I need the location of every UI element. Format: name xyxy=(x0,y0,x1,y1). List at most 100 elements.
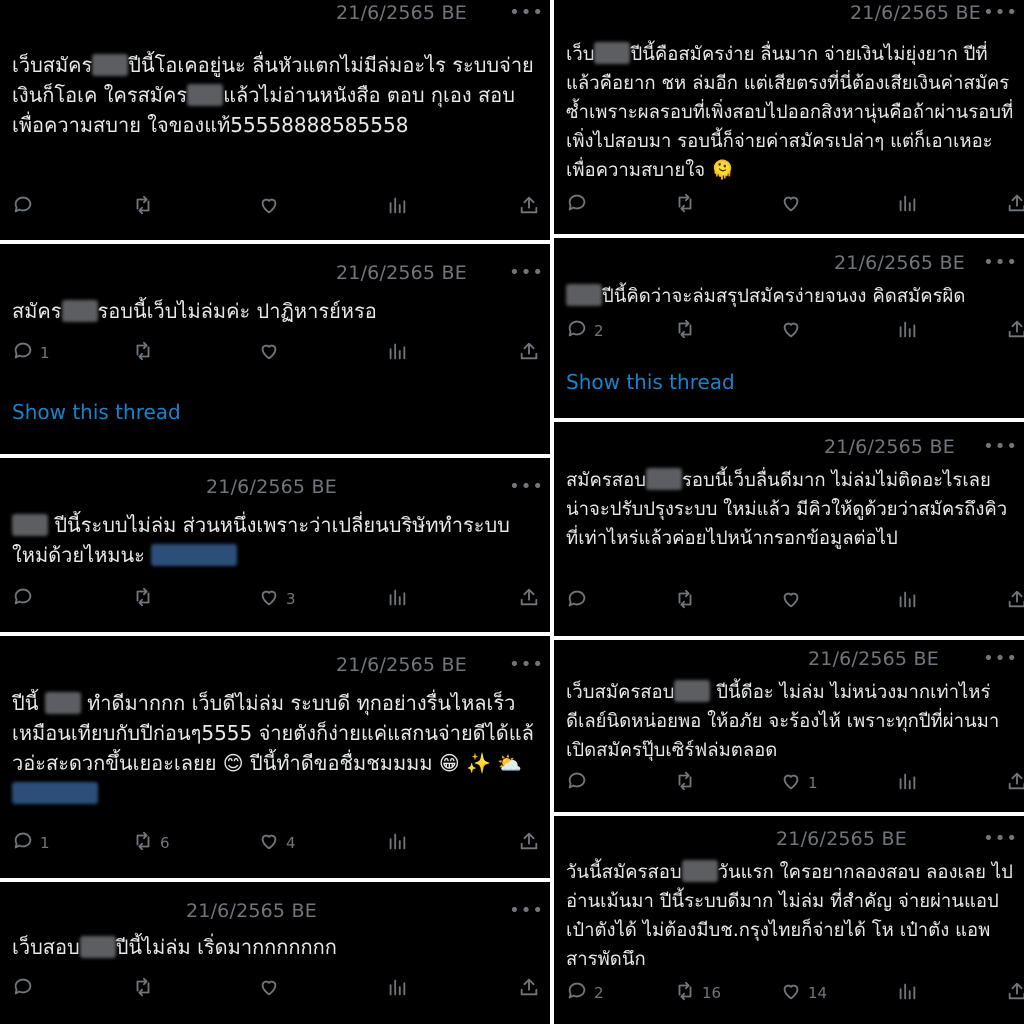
tweet-card[interactable]: 21/6/2565 BE ••• ปีนี้คิดว่าจะล่มสรุปสมั… xyxy=(554,238,1024,418)
views-icon xyxy=(386,340,408,366)
tweet-actions xyxy=(566,192,1024,222)
like-action[interactable] xyxy=(258,340,286,366)
tweet-card[interactable]: 21/6/2565 BE ••• เว็บ ปีนี้คือสมัครง่าย ล… xyxy=(554,0,1024,234)
more-options-icon[interactable]: ••• xyxy=(509,476,544,497)
views-action[interactable] xyxy=(386,194,408,220)
like-action[interactable]: 1 xyxy=(780,770,818,796)
reply-action[interactable] xyxy=(566,588,594,614)
like-action[interactable]: 3 xyxy=(258,586,296,612)
tweet-date: 21/6/2565 BE xyxy=(850,2,981,24)
tweet-card[interactable]: 21/6/2565 BE ••• สมัครสอบ รอบนี้เว็บลื่นด… xyxy=(554,422,1024,636)
views-action[interactable] xyxy=(896,318,918,344)
reply-count: 2 xyxy=(594,984,604,1002)
redacted-text xyxy=(681,860,718,882)
views-action[interactable] xyxy=(896,588,918,614)
more-options-icon[interactable]: ••• xyxy=(983,648,1018,669)
views-action[interactable] xyxy=(386,586,408,612)
retweet-action[interactable]: 6 xyxy=(132,830,170,856)
tweet-text: เว็บสอบ ปีนี้ไม่ล่ม เริ่ดมากกกกกกก xyxy=(12,932,542,962)
share-action[interactable] xyxy=(518,976,540,1002)
tweet-actions: 2 xyxy=(566,318,1024,348)
retweet-action[interactable] xyxy=(132,340,160,366)
tweet-card[interactable]: 21/6/2565 BE ••• สมัคร รอบนี้เว็บไม่ล่มค่… xyxy=(0,244,550,454)
like-action[interactable]: 4 xyxy=(258,830,296,856)
share-action[interactable] xyxy=(1006,588,1024,614)
retweet-action[interactable] xyxy=(674,192,702,218)
tweet-actions xyxy=(566,588,1024,618)
share-action[interactable] xyxy=(1006,770,1024,796)
retweet-icon xyxy=(674,588,696,614)
like-action[interactable]: 14 xyxy=(780,980,827,1006)
redacted-link[interactable] xyxy=(12,782,98,804)
reply-action[interactable] xyxy=(12,976,40,1002)
views-action[interactable] xyxy=(896,192,918,218)
tweet-card[interactable]: 21/6/2565 BE ••• ปีนี้ ทำดีมากกก เว็บดีไ… xyxy=(0,636,550,878)
more-options-icon[interactable]: ••• xyxy=(983,436,1018,457)
tweet-actions: 1 xyxy=(566,770,1024,800)
tweet-card[interactable]: 21/6/2565 BE ••• ปีนี้ระบบไม่ล่ม ส่วนหนึ… xyxy=(0,458,550,632)
more-options-icon[interactable]: ••• xyxy=(509,262,544,283)
retweet-action[interactable] xyxy=(674,588,702,614)
share-action[interactable] xyxy=(1006,980,1024,1006)
tweet-card[interactable]: 21/6/2565 BE ••• เว็บสมัคร ปีนี้โอเคอยู่น… xyxy=(0,0,550,240)
share-action[interactable] xyxy=(1006,318,1024,344)
reply-action[interactable]: 1 xyxy=(12,340,50,366)
retweet-count: 6 xyxy=(160,834,170,852)
tweet-card[interactable]: 21/6/2565 BE ••• วันนี้สมัครสอบ วันแรก ใค… xyxy=(554,816,1024,1024)
retweet-action[interactable] xyxy=(674,770,702,796)
like-action[interactable] xyxy=(780,318,808,344)
tweet-card[interactable]: 21/6/2565 BE ••• เว็บสมัครสอบ ปีนี้ดีอะ … xyxy=(554,640,1024,812)
retweet-action[interactable]: 16 xyxy=(674,980,721,1006)
reply-action[interactable]: 2 xyxy=(566,980,604,1006)
views-action[interactable] xyxy=(896,980,918,1006)
share-action[interactable] xyxy=(1006,192,1024,218)
reply-action[interactable] xyxy=(566,770,594,796)
like-action[interactable] xyxy=(780,588,808,614)
reply-action[interactable] xyxy=(12,586,40,612)
share-action[interactable] xyxy=(518,340,540,366)
like-action[interactable] xyxy=(258,976,286,1002)
tweet-text-segment: เว็บสอบ xyxy=(12,935,80,959)
retweet-action[interactable] xyxy=(674,318,702,344)
share-action[interactable] xyxy=(518,194,540,220)
tweet-text-segment: รอบนี้เว็บไม่ล่มค่ะ ปาฏิหารย์หรอ xyxy=(97,299,377,323)
like-icon xyxy=(780,588,802,614)
reply-action[interactable] xyxy=(12,194,40,220)
tweet-text-segment: สมัครสอบ xyxy=(566,470,646,491)
share-icon xyxy=(518,586,540,612)
retweet-action[interactable] xyxy=(132,194,160,220)
retweet-action[interactable] xyxy=(132,976,160,1002)
show-thread-link[interactable]: Show this thread xyxy=(12,400,181,424)
tweet-text-segment: ปีนี้คิดว่าจะล่มสรุปสมัครง่ายจนงง คิดสมั… xyxy=(602,286,966,307)
more-options-icon[interactable]: ••• xyxy=(983,252,1018,273)
share-action[interactable] xyxy=(518,830,540,856)
retweet-action[interactable] xyxy=(132,586,160,612)
reply-action[interactable]: 2 xyxy=(566,318,604,344)
share-action[interactable] xyxy=(518,586,540,612)
tweet-date: 21/6/2565 BE xyxy=(336,2,467,24)
views-action[interactable] xyxy=(386,976,408,1002)
reply-icon xyxy=(12,830,34,856)
reply-action[interactable]: 1 xyxy=(12,830,50,856)
tweet-text-segment: ปีนี้ xyxy=(12,691,45,715)
more-options-icon[interactable]: ••• xyxy=(983,2,1018,23)
show-thread-link[interactable]: Show this thread xyxy=(566,370,735,394)
like-action[interactable] xyxy=(258,194,286,220)
views-action[interactable] xyxy=(386,340,408,366)
redacted-link[interactable] xyxy=(151,544,238,566)
more-options-icon[interactable]: ••• xyxy=(983,828,1018,849)
reply-action[interactable] xyxy=(566,192,594,218)
more-options-icon[interactable]: ••• xyxy=(509,654,544,675)
like-action[interactable] xyxy=(780,192,808,218)
tweet-text: สมัคร รอบนี้เว็บไม่ล่มค่ะ ปาฏิหารย์หรอ xyxy=(12,296,542,326)
tweet-date: 21/6/2565 BE xyxy=(824,436,955,458)
more-options-icon[interactable]: ••• xyxy=(509,900,544,921)
like-icon xyxy=(780,980,802,1006)
retweet-icon xyxy=(674,980,696,1006)
views-action[interactable] xyxy=(386,830,408,856)
tweet-text-segment: วันนี้สมัครสอบ xyxy=(566,862,682,883)
tweet-card[interactable]: 21/6/2565 BE ••• เว็บสอบ ปีนี้ไม่ล่ม เริ่… xyxy=(0,882,550,1024)
more-options-icon[interactable]: ••• xyxy=(509,2,544,23)
views-action[interactable] xyxy=(896,770,918,796)
tweet-text: เว็บ ปีนี้คือสมัครง่าย ลื่นมาก จ่ายเงินไม… xyxy=(566,40,1016,185)
